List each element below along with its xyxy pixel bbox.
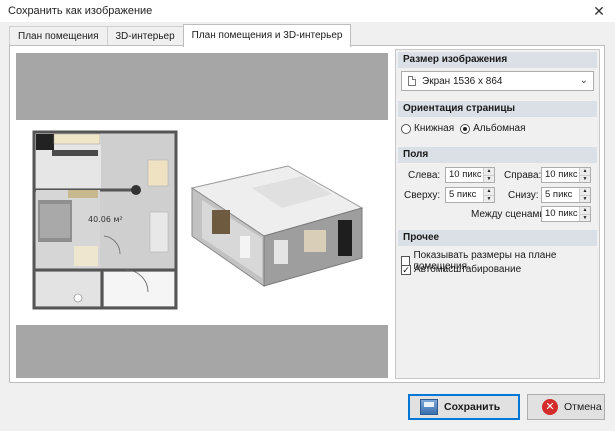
tab-floor-plan[interactable]: План помещения <box>9 26 108 47</box>
bottom-margin-stepper[interactable]: 5 пикс ▲ ▼ <box>541 187 591 203</box>
right-margin-label: Справа: <box>504 170 542 181</box>
tab-plan-and-3d[interactable]: План помещения и 3D-интерьер <box>182 24 352 47</box>
section-header-other: Прочее <box>398 230 597 246</box>
section-header-margins: Поля <box>398 147 597 163</box>
bottom-margin-label: Снизу: <box>508 190 539 201</box>
autoscale-checkbox[interactable]: ✓ <box>401 264 411 275</box>
between-scenes-stepper[interactable]: 10 пикс ▲ ▼ <box>541 206 591 222</box>
title-bar: Сохранить как изображение ✕ <box>0 0 615 22</box>
save-button[interactable]: Сохранить <box>408 394 520 420</box>
spin-down-icon[interactable]: ▼ <box>580 195 590 202</box>
cancel-button-label: Отмена <box>564 401 602 413</box>
left-margin-label: Слева: <box>408 170 441 181</box>
tab-strip: План помещения 3D-интерьер План помещени… <box>9 24 352 47</box>
right-margin-value: 10 пикс <box>545 169 578 180</box>
image-size-select[interactable]: Экран 1536 x 864 ⌄ <box>401 71 594 91</box>
floor-plan-image: 40.06 м² <box>32 130 364 310</box>
close-icon[interactable]: ✕ <box>591 3 607 19</box>
top-margin-label: Сверху: <box>404 190 441 201</box>
section-header-orientation: Ориентация страницы <box>398 101 597 117</box>
cancel-button[interactable]: ✕ Отмена <box>527 394 605 420</box>
save-image-icon <box>420 399 438 415</box>
save-button-label: Сохранить <box>444 401 501 413</box>
cancel-icon: ✕ <box>542 399 558 415</box>
landscape-radio[interactable] <box>460 123 471 134</box>
right-margin-stepper[interactable]: 10 пикс ▲ ▼ <box>541 167 591 183</box>
tab-3d-interior[interactable]: 3D-интерьер <box>106 26 184 47</box>
between-scenes-value: 10 пикс <box>545 208 578 219</box>
portrait-radio[interactable] <box>401 123 411 134</box>
spin-up-icon[interactable]: ▲ <box>580 188 590 195</box>
spin-down-icon[interactable]: ▼ <box>484 195 494 202</box>
spin-up-icon[interactable]: ▲ <box>580 168 590 175</box>
spin-up-icon[interactable]: ▲ <box>484 188 494 195</box>
autoscale-option[interactable]: ✓ Автомасштабирование <box>401 264 521 275</box>
tab-content: 40.06 м² Размер изображения Экран 1536 x… <box>9 45 605 383</box>
left-margin-value: 10 пикс <box>449 169 482 180</box>
window-title: Сохранить как изображение <box>8 5 153 17</box>
spin-down-icon[interactable]: ▼ <box>484 175 494 182</box>
top-margin-value: 5 пикс <box>449 189 477 200</box>
preview-area: 40.06 м² <box>16 53 388 378</box>
image-size-value: Экран 1536 x 864 <box>422 75 503 87</box>
preview-sheet: 40.06 м² <box>16 120 388 325</box>
chevron-down-icon[interactable]: ⌄ <box>580 75 588 86</box>
between-scenes-label: Между сценами: <box>471 209 548 220</box>
spin-down-icon[interactable]: ▼ <box>580 175 590 182</box>
section-header-image-size: Размер изображения <box>398 52 597 68</box>
orientation-options: Книжная Альбомная <box>401 123 526 134</box>
top-margin-stepper[interactable]: 5 пикс ▲ ▼ <box>445 187 495 203</box>
left-margin-stepper[interactable]: 10 пикс ▲ ▼ <box>445 167 495 183</box>
save-image-dialog: Сохранить как изображение ✕ План помещен… <box>0 0 615 431</box>
spin-up-icon[interactable]: ▲ <box>484 168 494 175</box>
settings-panel: Размер изображения Экран 1536 x 864 ⌄ Ор… <box>395 49 600 379</box>
document-icon <box>408 76 416 86</box>
bottom-margin-value: 5 пикс <box>545 189 573 200</box>
landscape-label[interactable]: Альбомная <box>473 123 525 134</box>
area-label: 40.06 м² <box>88 215 123 224</box>
autoscale-label[interactable]: Автомасштабирование <box>414 264 521 275</box>
spin-down-icon[interactable]: ▼ <box>580 214 590 221</box>
spin-up-icon[interactable]: ▲ <box>580 207 590 214</box>
portrait-label[interactable]: Книжная <box>414 123 454 134</box>
